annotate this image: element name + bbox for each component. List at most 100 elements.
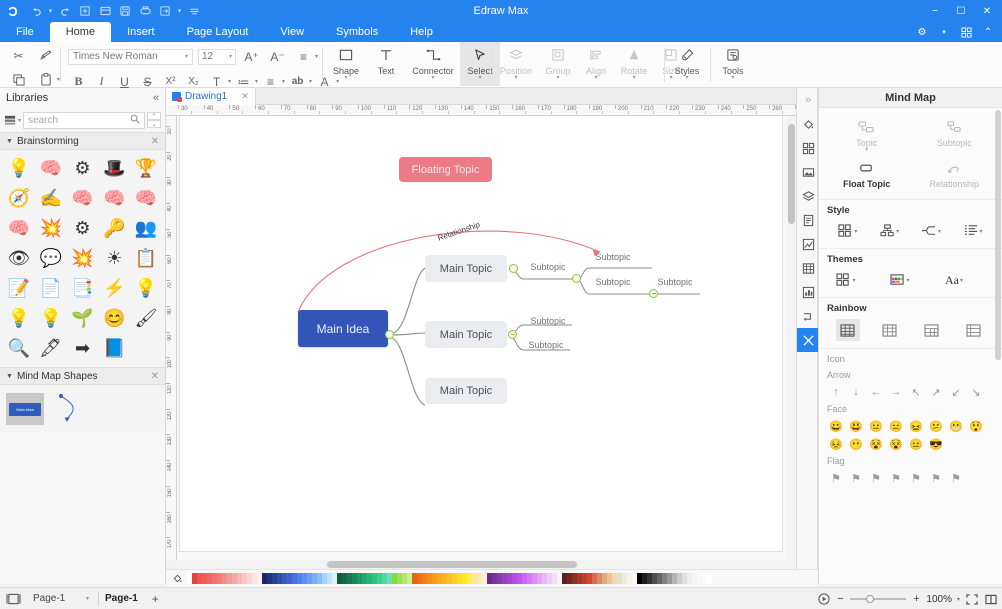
library-shape-item[interactable]: 😊 — [98, 304, 130, 332]
line-spacing-icon[interactable]: ≡ — [293, 46, 314, 67]
settings-caret-icon[interactable]: ▾ — [934, 22, 954, 42]
outline-style-icon[interactable]: ▾ — [962, 221, 984, 241]
fill-color-icon[interactable] — [170, 572, 184, 586]
search-input[interactable]: search — [23, 112, 145, 129]
text-style-caret-icon[interactable]: ▾ — [228, 78, 231, 85]
icon-swatch[interactable]: 😵 — [887, 436, 905, 452]
rotate-button[interactable]: Rotate ▾ — [614, 42, 654, 86]
layers-icon[interactable] — [797, 184, 819, 208]
icon-swatch[interactable]: ↗ — [927, 384, 945, 400]
fill-icon[interactable] — [797, 112, 819, 136]
library-shape-item[interactable]: 💡 — [130, 274, 162, 302]
line-spacing-caret-icon[interactable]: ▾ — [315, 53, 318, 60]
library-shape-item[interactable]: 🧭 — [3, 184, 35, 212]
zoom-slider-knob[interactable] — [866, 595, 874, 603]
collapse-marker-main-topic-1[interactable] — [509, 264, 518, 273]
add-page-button[interactable]: + — [152, 592, 159, 606]
page-selector[interactable]: Page-1 ▾ — [30, 591, 92, 606]
library-shape-item[interactable]: 🧠 — [98, 184, 130, 212]
icon-swatch[interactable]: ⚑ — [927, 470, 945, 486]
group-button[interactable]: Group ▾ — [538, 42, 578, 86]
library-shape-item[interactable]: 📝 — [3, 274, 35, 302]
node-main-topic-2[interactable]: Main Topic — [425, 321, 507, 348]
icon-swatch[interactable]: ⚑ — [847, 470, 865, 486]
image-icon[interactable] — [797, 160, 819, 184]
node-subtopic-2-1[interactable]: Subtopic — [524, 315, 572, 327]
connector-tool-button[interactable]: Connector ▾ — [406, 42, 460, 86]
library-shape-item[interactable]: 🌱 — [67, 304, 99, 332]
page-icon[interactable] — [797, 208, 819, 232]
zoom-fit-icon[interactable] — [818, 593, 830, 605]
paste-icon[interactable] — [35, 69, 56, 90]
grow-font-icon[interactable]: A⁺ — [241, 46, 262, 67]
rainbow-option-4[interactable] — [961, 319, 985, 341]
shape-tool-caret-icon[interactable]: ▾ — [344, 76, 347, 81]
collapse-ribbon-icon[interactable]: ⌃ — [978, 22, 998, 42]
zoom-caret-icon[interactable]: ▾ — [957, 596, 960, 603]
icon-swatch[interactable]: 😃 — [847, 418, 865, 434]
zoom-out-button[interactable]: − — [835, 593, 845, 605]
menu-tab-page-layout[interactable]: Page Layout — [171, 22, 265, 42]
new-icon[interactable] — [75, 0, 95, 22]
tools-caret-icon[interactable]: ▾ — [731, 76, 734, 81]
insert-float-topic-button[interactable]: Float Topic — [823, 155, 911, 191]
library-icon[interactable]: ▾ — [4, 114, 21, 126]
library-shape-item[interactable]: ➡ — [67, 334, 99, 362]
bar-icon[interactable] — [797, 280, 819, 304]
rotate-caret-icon[interactable]: ▾ — [632, 76, 635, 81]
node-subtopic-1-1-1[interactable]: Subtopic — [589, 251, 637, 263]
library-shape-item[interactable]: 🖋 — [35, 334, 67, 362]
icon-swatch[interactable]: 😵 — [867, 436, 885, 452]
connector-tool-caret-icon[interactable]: ▾ — [431, 76, 434, 81]
canvas-horizontal-scroll-thumb[interactable] — [327, 561, 577, 568]
vertical-ruler[interactable]: 1020304050607080901001101201301401501601… — [166, 116, 177, 560]
menu-tab-home[interactable]: Home — [50, 22, 111, 42]
apps-icon[interactable] — [956, 22, 976, 42]
library-shape-item[interactable]: 🔑 — [98, 214, 130, 242]
library-shape-item[interactable]: 🧠 — [67, 184, 99, 212]
print-icon[interactable] — [135, 0, 155, 22]
font-size-combobox[interactable]: 12 ▾ — [198, 49, 236, 65]
library-shape-item[interactable]: 🏆 — [130, 154, 162, 182]
right-panel-scrollbar[interactable] — [995, 110, 1001, 410]
library-section-mind-map-shapes[interactable]: ▼ Mind Map Shapes ✕ — [0, 367, 165, 385]
position-caret-icon[interactable]: ▾ — [514, 76, 517, 81]
icon-swatch[interactable]: → — [887, 384, 905, 400]
icon-swatch[interactable]: ↘ — [967, 384, 985, 400]
horizontal-ruler[interactable]: 3040506070809010011012013014015016017018… — [166, 105, 796, 116]
close-icon[interactable]: ✕ — [241, 91, 249, 102]
copy-icon[interactable] — [8, 69, 29, 90]
icon-swatch[interactable]: 😲 — [967, 418, 985, 434]
node-subtopic-2-2[interactable]: Subtopic — [522, 339, 570, 351]
table-icon[interactable] — [797, 256, 819, 280]
position-button[interactable]: Position ▾ — [494, 42, 538, 86]
node-subtopic-1-1[interactable]: Subtopic — [524, 261, 572, 273]
save-icon[interactable] — [115, 0, 135, 22]
text-tool-button[interactable]: Text — [366, 42, 406, 86]
menu-tab-symbols[interactable]: Symbols — [320, 22, 394, 42]
canvas-vertical-scrollbar[interactable] — [787, 116, 796, 560]
cut-icon[interactable]: ✂ — [8, 45, 29, 66]
fit-width-icon[interactable] — [984, 594, 998, 605]
group-caret-icon[interactable]: ▾ — [556, 76, 559, 81]
icon-swatch[interactable]: 😀 — [827, 418, 845, 434]
font-size-caret-icon[interactable]: ▾ — [229, 53, 232, 60]
library-scroll-up-button[interactable]: ⌃ — [147, 112, 161, 120]
node-main-idea[interactable]: Main Idea — [298, 310, 388, 347]
font-family-combobox[interactable]: Times New Roman ▾ — [68, 49, 193, 65]
library-shape-item[interactable]: 📄 — [35, 274, 67, 302]
layout-style-icon[interactable]: ▾ — [837, 221, 859, 241]
collapse-marker-main-topic-2[interactable] — [508, 330, 517, 339]
icon-swatch[interactable]: ⚑ — [827, 470, 845, 486]
library-shape-item[interactable]: 💥 — [35, 214, 67, 242]
canvas-vertical-scroll-thumb[interactable] — [788, 124, 795, 224]
icon-swatch[interactable]: ↙ — [947, 384, 965, 400]
palette-swatch[interactable] — [707, 573, 712, 584]
shrink-font-icon[interactable]: A⁻ — [267, 46, 288, 67]
library-shape-item[interactable]: 👥 — [130, 214, 162, 242]
node-subtopic-1-1-2-1[interactable]: Subtopic — [651, 276, 699, 288]
settings-icon[interactable]: ⚙ — [912, 22, 932, 42]
chevron-double-left-icon[interactable]: « — [153, 92, 159, 104]
insert-topic-button[interactable]: Topic ▾ — [823, 114, 911, 155]
library-shape-item[interactable]: 🧠 — [130, 184, 162, 212]
